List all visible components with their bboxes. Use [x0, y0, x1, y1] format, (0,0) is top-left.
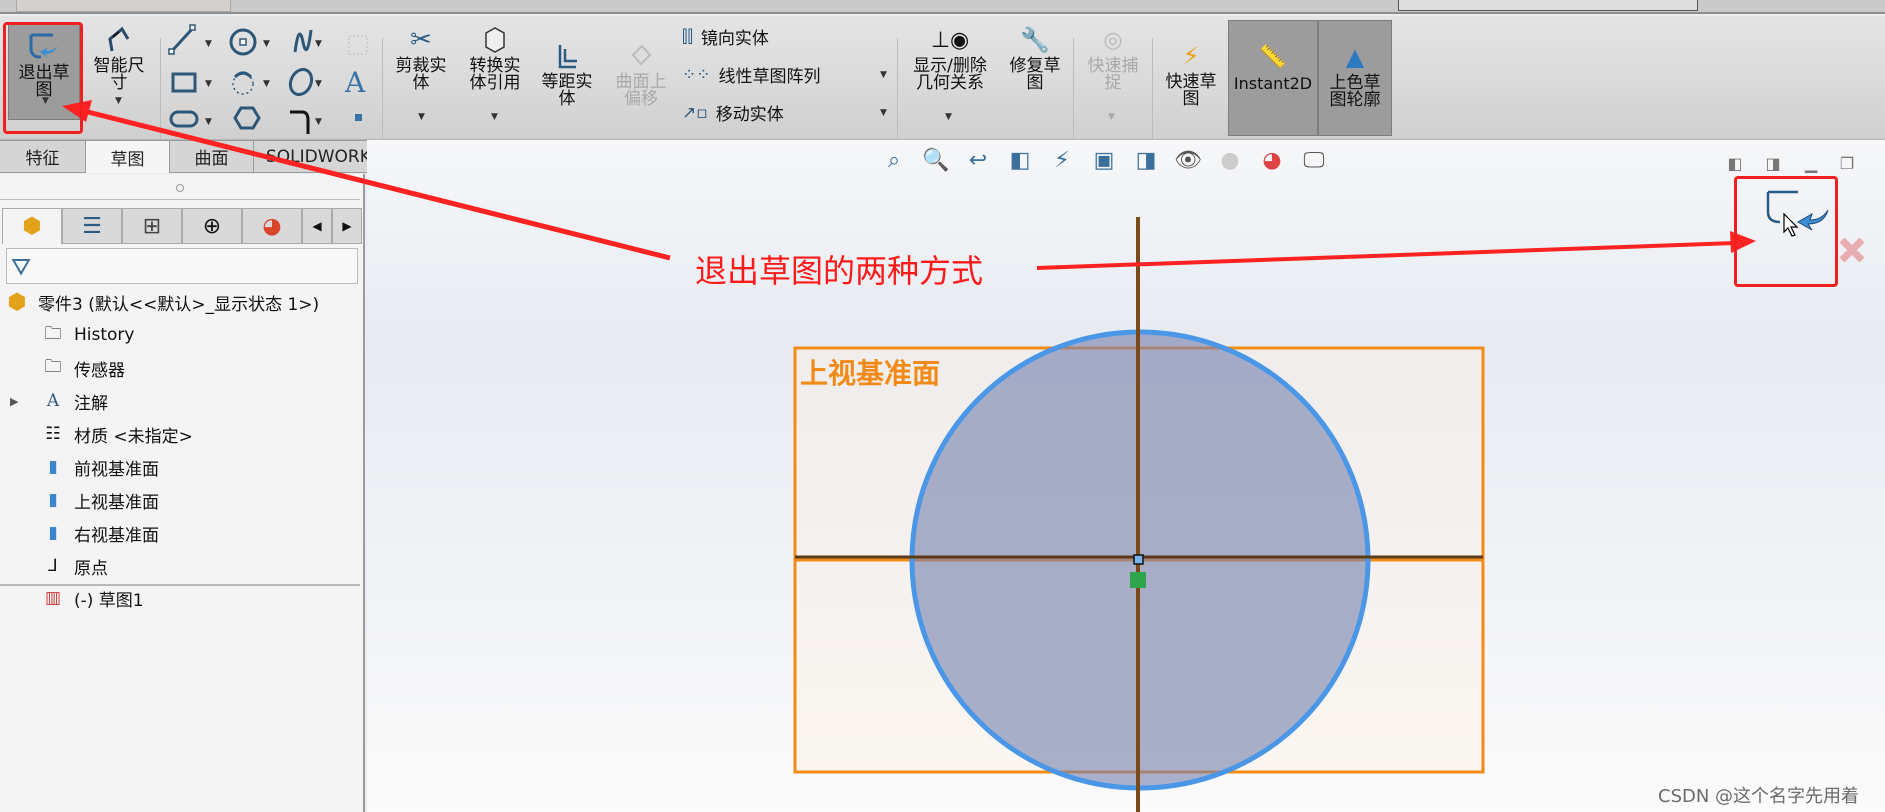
highlight-box-corner — [1734, 176, 1838, 287]
sketch-canvas — [62, 100, 1756, 812]
watermark: CSDN @这个名字先用着 — [1658, 786, 1860, 807]
plane-label: 上视基准面 — [800, 357, 941, 390]
annotation-arrow-left — [79, 107, 671, 261]
circle-center-point[interactable] — [1133, 554, 1144, 565]
annotation-text: 退出草图的两种方式 — [695, 252, 984, 290]
highlight-box-ribbon — [3, 22, 83, 134]
origin-marker — [1130, 572, 1146, 588]
annotation-arrow-right — [1036, 241, 1736, 270]
